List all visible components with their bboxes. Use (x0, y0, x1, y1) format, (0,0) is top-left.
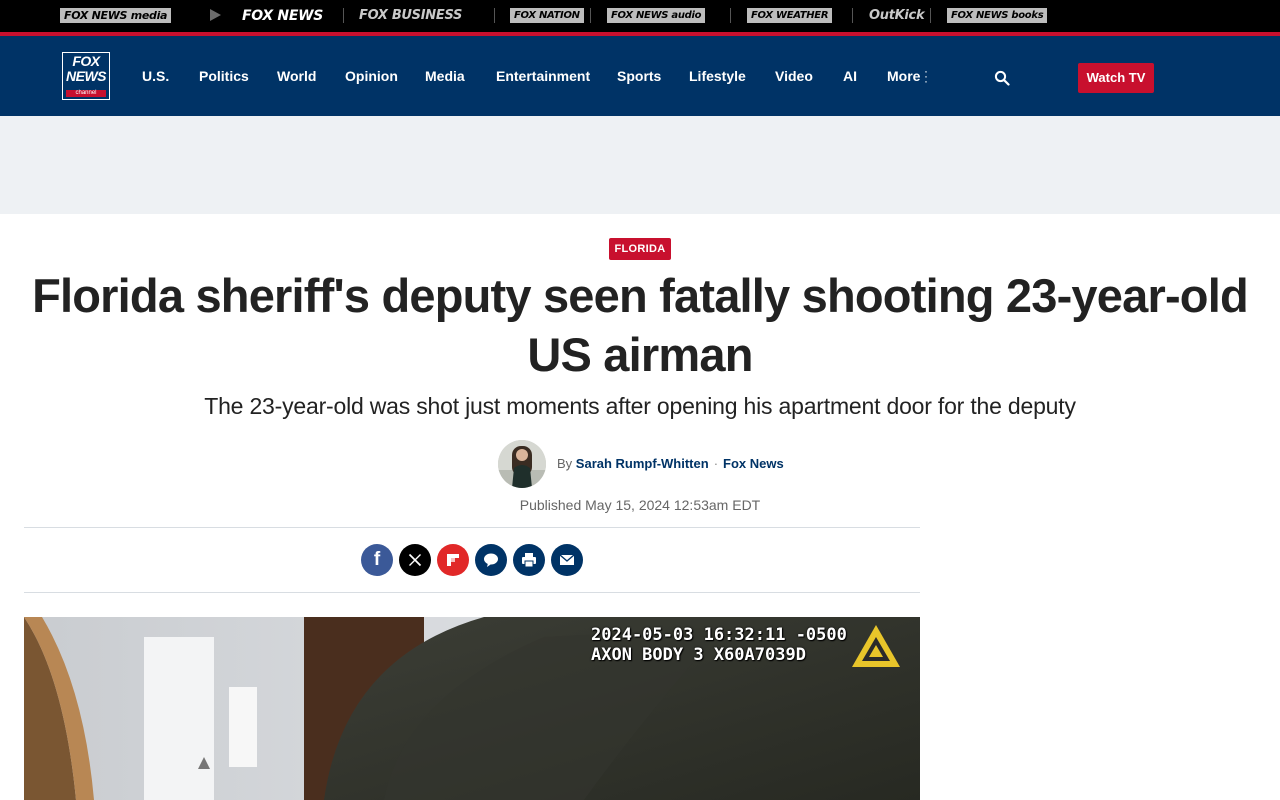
network-link-media[interactable]: FOX NEWS media (60, 8, 172, 23)
play-icon (210, 9, 221, 21)
more-dots-icon[interactable]: · · · (924, 65, 928, 87)
stamp-line-2: AXON BODY 3 X60A7039D (591, 645, 806, 665)
divider (24, 592, 920, 593)
facebook-icon: f (373, 549, 381, 570)
divider (930, 8, 931, 23)
nav-link-lifestyle[interactable]: Lifestyle (689, 67, 746, 85)
comments-button[interactable] (475, 544, 507, 576)
ad-banner (0, 116, 1280, 214)
author-link[interactable]: Sarah Rumpf-Whitten (576, 456, 709, 471)
axon-logo-icon (852, 625, 900, 667)
divider (343, 8, 344, 23)
network-link-label: FOX NEWS books (951, 10, 1044, 21)
network-link-business[interactable]: FOX BUSINESS (359, 7, 462, 24)
nav-link-media[interactable]: Media (425, 67, 465, 85)
network-link-label: FOX WEATHER (751, 10, 829, 21)
category-tag[interactable]: FLORIDA (609, 238, 671, 260)
x-icon (408, 553, 422, 567)
flipboard-share-button[interactable] (437, 544, 469, 576)
network-link-nation[interactable]: FOX NATION (510, 8, 584, 23)
stamp-line-1: 2024-05-03 16:32:11 -0500 (591, 625, 847, 645)
author-avatar[interactable] (498, 440, 546, 488)
lead-video-frame[interactable]: 2024-05-03 16:32:11 -0500 AXON BODY 3 X6… (24, 617, 920, 800)
search-icon[interactable] (994, 70, 1010, 86)
logo-line-2: NEWS (66, 68, 107, 84)
nav-link-us[interactable]: U.S. (142, 67, 169, 85)
nav-link-world[interactable]: World (277, 67, 316, 85)
byline-prefix: By (557, 456, 573, 471)
byline: By Sarah Rumpf-Whitten · Fox News (557, 455, 784, 473)
network-link-label: FOX NEWS (242, 7, 324, 24)
nav-link-more[interactable]: More (887, 67, 920, 85)
divider (24, 527, 920, 528)
divider (852, 8, 853, 23)
article-subheadline: The 23-year-old was shot just moments af… (204, 393, 1076, 419)
network-link-label: FOX NEWS media (64, 9, 168, 22)
network-link-label: OutKick (869, 8, 925, 23)
divider (590, 8, 591, 23)
article-headline: Florida sheriff's deputy seen fatally sh… (32, 269, 1249, 381)
logo-line-3: channel (66, 90, 106, 97)
source-link[interactable]: Fox News (723, 456, 784, 471)
network-link-weather[interactable]: FOX WEATHER (747, 8, 833, 23)
main-nav: FOX NEWS channel U.S. Politics World Opi… (0, 36, 1280, 116)
network-link-label: FOX NEWS audio (611, 10, 702, 21)
network-link-foxnews[interactable]: FOX NEWS (242, 7, 323, 24)
nav-link-sports[interactable]: Sports (617, 67, 661, 85)
flipboard-icon (447, 554, 459, 566)
watch-tv-button[interactable]: Watch TV (1078, 63, 1154, 93)
divider (494, 8, 495, 23)
byline-separator: · (713, 456, 719, 471)
comments-icon (484, 553, 498, 567)
network-link-label: FOX NATION (514, 10, 580, 21)
fox-news-logo[interactable]: FOX NEWS channel (62, 52, 110, 100)
nav-link-opinion[interactable]: Opinion (345, 67, 398, 85)
network-link-label: FOX BUSINESS (359, 8, 463, 23)
print-button[interactable] (513, 544, 545, 576)
network-link-books[interactable]: FOX NEWS books (947, 8, 1048, 23)
print-icon (522, 553, 536, 568)
x-share-button[interactable] (399, 544, 431, 576)
nav-link-video[interactable]: Video (775, 67, 813, 85)
bodycam-timestamp: 2024-05-03 16:32:11 -0500 AXON BODY 3 X6… (591, 625, 847, 665)
divider (730, 8, 731, 23)
logo-line-1: FOX (72, 53, 100, 69)
network-link-audio[interactable]: FOX NEWS audio (607, 8, 706, 23)
network-link-outkick[interactable]: OutKick (869, 7, 925, 24)
nav-link-politics[interactable]: Politics (199, 67, 249, 85)
email-share-button[interactable] (551, 544, 583, 576)
published-date: Published May 15, 2024 12:53am EDT (519, 497, 761, 513)
nav-link-ai[interactable]: AI (843, 67, 857, 85)
nav-link-entertainment[interactable]: Entertainment (496, 67, 590, 85)
facebook-share-button[interactable]: f (361, 544, 393, 576)
network-bar: FOX NEWS media FOX NEWS FOX BUSINESS FOX… (0, 0, 1280, 36)
email-icon (559, 554, 575, 565)
